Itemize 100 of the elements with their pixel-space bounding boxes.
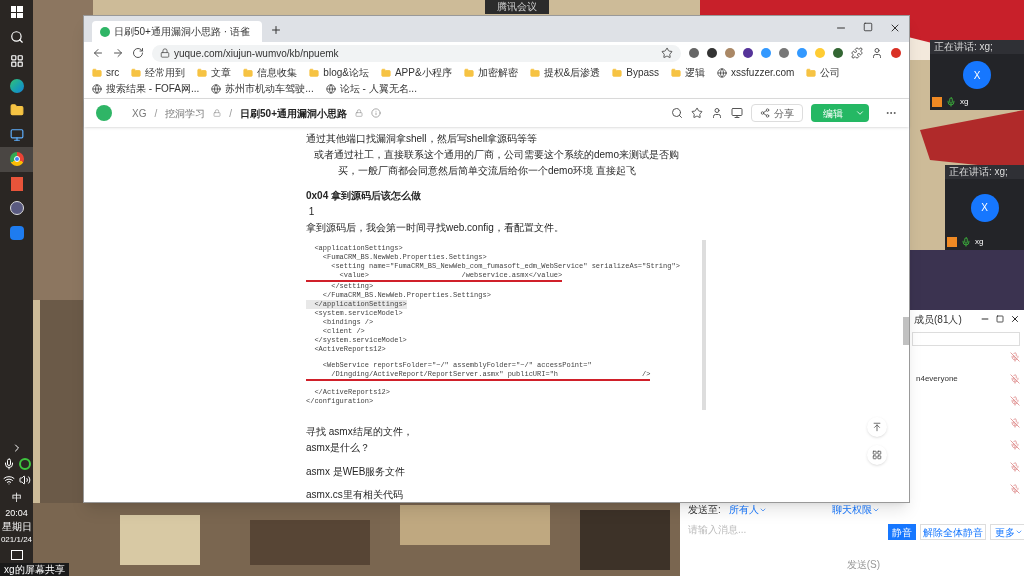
document-icon[interactable] (10, 176, 23, 191)
participant-name: xg (975, 236, 984, 248)
microphone-icon (961, 237, 971, 247)
browser-tab[interactable]: 日刷50+通用漏洞小思路 · 语雀 (92, 21, 262, 42)
ime-indicator[interactable]: 中 (11, 490, 22, 505)
send-to-label: 发送至: (688, 503, 721, 517)
muted-microphone-icon[interactable] (1010, 352, 1020, 362)
bookmark[interactable]: 提权&后渗透 (529, 66, 601, 80)
menu-icon[interactable] (891, 48, 901, 58)
paragraph: asmx.cs里有相关代码 (306, 488, 404, 502)
chrome-icon[interactable] (9, 152, 24, 167)
globe-icon (325, 84, 336, 94)
arrow-up-icon (872, 422, 882, 432)
notification-icon[interactable] (10, 550, 23, 560)
user-icon (947, 237, 957, 247)
avatar-icon[interactable] (9, 201, 24, 216)
address-bar[interactable]: yuque.com/xiujun-wumvo/kb/npuemk (152, 44, 681, 62)
globe-icon (92, 84, 102, 94)
outline-button[interactable] (867, 445, 887, 465)
paragraph: 拿到源码后，我会第一时间寻找web.config，看配置文件。 (306, 221, 565, 236)
participant-name: xg (960, 96, 969, 108)
speaker-label: 正在讲话: xg; (930, 40, 1024, 54)
star-icon[interactable] (691, 107, 703, 119)
grid-icon (872, 450, 882, 460)
mute-all-button[interactable]: 静音 (888, 524, 916, 540)
scrollbar[interactable] (903, 317, 909, 345)
task-view-icon[interactable] (9, 54, 24, 69)
bookmark[interactable]: 逻辑 (671, 66, 706, 80)
paragraph: 1 (307, 205, 316, 220)
folder-icon (197, 68, 208, 78)
paragraph: asmx是什么？ (306, 440, 371, 455)
muted-microphone-icon[interactable] (1010, 484, 1020, 494)
unmute-all-button[interactable]: 解除全体静音 (920, 524, 986, 540)
windows-logo-icon[interactable] (10, 6, 23, 19)
speaker-icon[interactable] (18, 474, 31, 486)
reload-icon[interactable] (132, 47, 144, 59)
bookmark[interactable]: blog&论坛 (309, 66, 369, 80)
muted-microphone-icon[interactable] (1010, 440, 1020, 450)
muted-microphone-icon[interactable] (1010, 462, 1020, 472)
participant-avatar: X (970, 193, 999, 222)
search-icon[interactable] (9, 29, 24, 44)
breadcrumb-separator: / (154, 106, 158, 121)
share-button[interactable]: 分享 (751, 104, 803, 122)
muted-microphone-icon[interactable] (1010, 418, 1020, 428)
close-icon[interactable] (1010, 314, 1020, 324)
sync-icon[interactable] (18, 458, 31, 470)
wifi-icon[interactable] (2, 474, 15, 486)
breadcrumb-link[interactable]: 挖洞学习 (165, 105, 206, 121)
recipient-dropdown[interactable]: 所有人 (728, 502, 767, 517)
bookmark[interactable]: 搜索结果 - FOFA网... (92, 82, 200, 96)
present-icon[interactable] (731, 107, 743, 119)
folder-icon (380, 68, 391, 78)
bookmark[interactable]: 苏州市机动车驾驶... (211, 82, 314, 96)
close-icon[interactable] (889, 22, 901, 34)
member-name: n4everyone (916, 373, 958, 385)
extensions-icon[interactable] (851, 47, 863, 59)
paragraph: asmx 是WEB服务文件 (306, 464, 407, 479)
chat-permission-dropdown[interactable]: 聊天权限 (832, 502, 880, 517)
microphone-icon (946, 97, 956, 107)
user-icon (932, 97, 942, 107)
meeting-title: 腾讯会议 (497, 2, 537, 12)
caret-icon (855, 108, 865, 118)
back-icon[interactable] (92, 47, 104, 59)
bookmark[interactable]: xssfuzzer.com (717, 66, 795, 80)
lock-icon (213, 109, 222, 117)
bookmark[interactable]: 经常用到 (131, 66, 186, 80)
bookmark[interactable]: 论坛 - 人翼无名... (325, 82, 417, 96)
bookmark[interactable]: 公司 (806, 66, 841, 80)
clock-weekday: 星期日 (1, 522, 32, 532)
more-button[interactable]: 更多 (990, 524, 1024, 540)
member-search-field[interactable] (912, 332, 1020, 346)
message-field[interactable]: 请输入消息... (688, 521, 880, 537)
bookmark[interactable]: APP&小程序 (380, 66, 452, 80)
folder-icon (309, 68, 320, 78)
new-tab-icon[interactable] (270, 24, 282, 36)
bookmark[interactable]: 信息收集 (243, 66, 298, 80)
monitor-icon[interactable] (9, 127, 24, 142)
maximize-icon[interactable] (863, 22, 873, 32)
caret-icon (1015, 528, 1023, 536)
muted-microphone-icon[interactable] (1010, 396, 1020, 406)
participant-avatar: X (963, 61, 991, 89)
clock-time[interactable]: 20:04 (5, 509, 28, 518)
folder-icon[interactable] (9, 103, 24, 118)
profile-icon[interactable] (871, 47, 883, 59)
lock-icon (355, 109, 363, 117)
user-icon[interactable] (711, 107, 723, 119)
microphone-icon[interactable] (2, 458, 15, 470)
forward-icon[interactable] (112, 47, 124, 59)
bookmark[interactable]: 加密解密 (463, 66, 518, 80)
bookmark[interactable]: 文章 (197, 66, 232, 80)
bookmark-star-icon[interactable] (661, 47, 673, 59)
bookmark[interactable]: Bypass (612, 66, 660, 80)
folder-icon (806, 68, 817, 78)
breadcrumb-link[interactable]: 日刷50+通用漏洞小思路 (240, 105, 347, 121)
paragraph: 或者通过社工，直接联系这个通用的厂商，公司需要这个系统的demo来测试是否购 (313, 148, 680, 162)
breadcrumb-link[interactable]: XG (132, 105, 147, 121)
maximize-icon[interactable] (996, 315, 1004, 323)
back-to-top-button[interactable] (867, 417, 887, 437)
bookmark[interactable]: src (92, 66, 120, 80)
muted-microphone-icon[interactable] (1010, 374, 1020, 384)
